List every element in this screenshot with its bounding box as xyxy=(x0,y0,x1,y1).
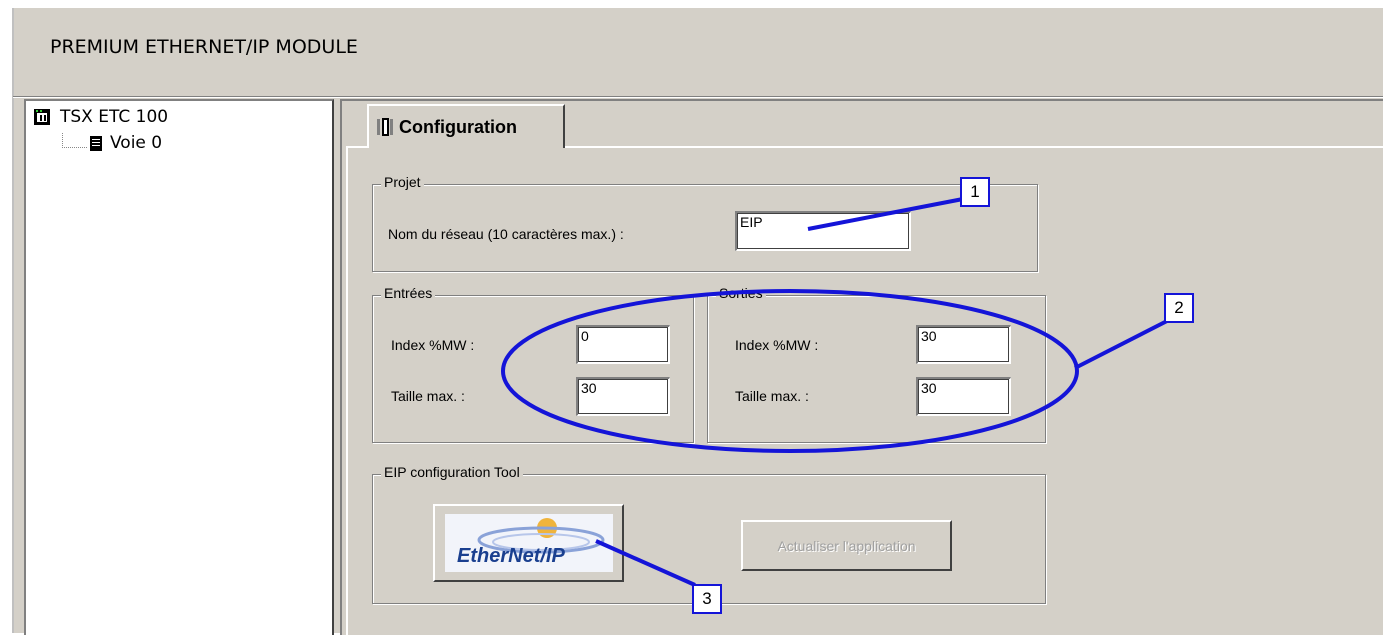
callout-3: 3 xyxy=(692,584,722,614)
callout-1-line xyxy=(807,197,964,231)
callout-2-line xyxy=(1074,319,1168,370)
callout-3-line xyxy=(595,539,696,587)
callout-2: 2 xyxy=(1164,293,1194,323)
callout-1: 1 xyxy=(960,177,990,207)
highlight-ellipse xyxy=(501,289,1079,453)
